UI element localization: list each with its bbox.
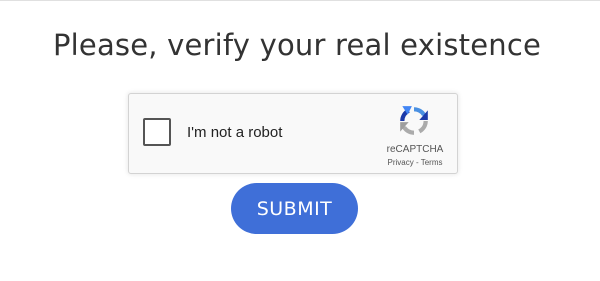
- links-separator: -: [415, 158, 419, 167]
- terms-link[interactable]: Terms: [421, 158, 443, 167]
- recaptcha-checkbox-label: I'm not a robot: [187, 124, 283, 141]
- submit-button[interactable]: SUBMIT: [231, 183, 358, 234]
- recaptcha-logo-icon: [400, 106, 428, 135]
- privacy-link[interactable]: Privacy: [388, 158, 414, 167]
- recaptcha-brand-text: reCAPTCHA: [386, 144, 444, 155]
- recaptcha-links: Privacy - Terms: [379, 158, 451, 167]
- page-title: Please, verify your real existence: [52, 28, 542, 62]
- recaptcha-widget: I'm not a robot reCAPTCHA Privacy - Term…: [128, 93, 458, 174]
- top-divider: [0, 0, 600, 1]
- recaptcha-checkbox[interactable]: [143, 118, 171, 146]
